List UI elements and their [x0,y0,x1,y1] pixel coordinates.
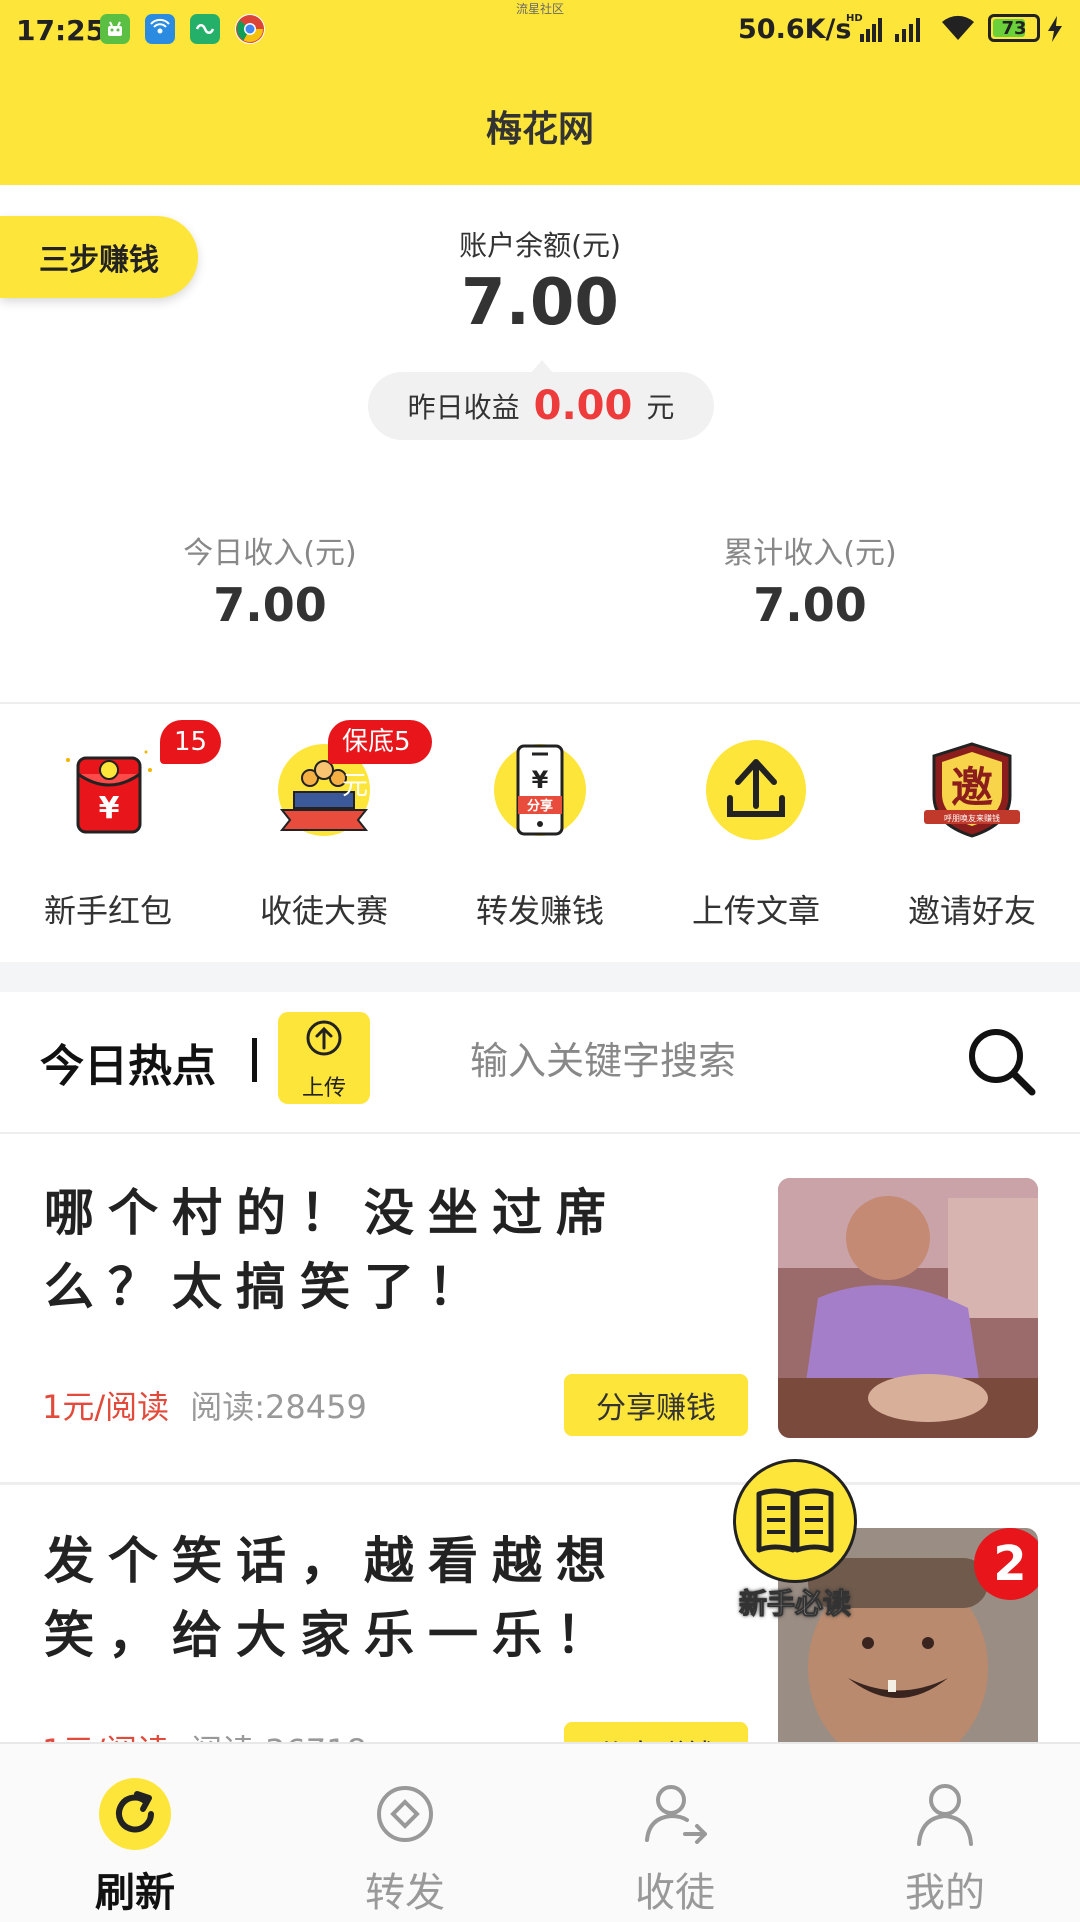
nav-tab-forward[interactable]: 转发 [270,1744,540,1922]
today-income-value: 7.00 [213,578,327,632]
article-thumbnail[interactable] [778,1178,1038,1438]
cell-signal-icon: HD [846,12,886,48]
hot-section-title: 今日热点 [40,1041,216,1092]
yesterday-label: 昨日收益 [407,391,520,424]
action-label: 上传文章 [691,892,820,930]
divider [0,702,1080,704]
chrome-icon [235,14,265,44]
article-meta: 1元/阅读 阅读:28459 [42,1382,367,1428]
page-title: 梅花网 [485,109,594,150]
thumbnail-badge: 2 [974,1528,1038,1600]
battery-indicator: 73 [988,14,1040,42]
article-price: 1元/阅读 [42,1388,170,1426]
action-newbie-redpacket[interactable]: ¥ 15元 新手红包 [0,720,222,950]
action-invite-friends[interactable]: 邀 呼朋唤友来赚钱 邀请好友 [864,720,1080,950]
action-badge: 保底5元 [328,720,432,801]
book-icon [756,1488,834,1553]
nav-tab-profile[interactable]: 我的 [810,1744,1080,1922]
upload-button[interactable]: 上传 [278,1012,370,1104]
icon-text: 分享 [527,798,553,814]
article-title-line: 哪个村的！没坐过席 [44,1184,620,1242]
yesterday-earnings: 昨日收益 0.00 元 [368,372,714,440]
icon-subtext: 呼朋唤友来赚钱 [944,813,1000,823]
nav-label: 我的 [905,1870,985,1916]
search-icon[interactable] [966,1026,1038,1098]
total-income-value: 7.00 [753,578,867,632]
nav-label: 刷新 [95,1870,175,1916]
nav-label: 转发 [365,1870,445,1916]
article-title-line: 笑，给大家乐一乐！ [44,1606,620,1664]
upload-button-label: 上传 [301,1076,346,1101]
article-title-line: 发个笑话，越看越想 [44,1532,620,1590]
newbie-guide-button[interactable]: 新手必读 [730,1456,860,1621]
network-type-text: HD [846,13,863,24]
yesterday-unit: 元 [646,391,675,424]
network-speed: 50.6K/s [738,14,852,45]
invite-badge-icon: 邀 呼朋唤友来赚钱 [924,742,1020,838]
today-income-label: 今日收入(元) [183,536,357,571]
nav-tab-refresh[interactable]: 刷新 [0,1744,270,1922]
title-separator [252,1038,257,1082]
battery-level: 73 [1001,17,1027,39]
android-icon [100,14,130,44]
section-separator [0,962,1080,992]
bottom-navigation: 刷新 转发 收徒 我的 [0,1742,1080,1922]
balance-value: 7.00 [461,266,619,340]
icon-text: ¥ [532,766,549,794]
cell-signal-2-icon [893,12,927,48]
upload-icon [706,740,806,840]
article-reads: 阅读:28459 [190,1388,367,1426]
wifi-icon [938,12,978,48]
share-earn-button[interactable]: 分享赚钱 [564,1374,748,1436]
action-label: 收徒大赛 [259,892,388,930]
refresh-icon [99,1778,171,1850]
thumbnail-image [778,1178,1038,1438]
charging-icon [1046,16,1064,46]
action-badge: 15元 [160,720,222,801]
red-envelope-icon: ¥ [66,750,152,834]
infinity-app-icon [190,14,220,44]
balance-label: 账户余额(元) [459,229,621,262]
recruit-icon [645,1785,707,1844]
action-share-earn[interactable]: ¥ 分享 转发赚钱 [432,720,648,950]
article-title-line: 么？太搞笑了！ [44,1258,492,1316]
action-label: 邀请好友 [907,892,1036,930]
status-time: 17:25 [16,14,106,47]
profile-icon [917,1784,973,1846]
forward-icon [377,1786,433,1842]
guide-circle [733,1459,857,1583]
action-upload-article[interactable]: 上传文章 [648,720,864,950]
total-income-label: 累计收入(元) [723,536,897,571]
nav-label: 收徒 [635,1870,715,1916]
action-recruit-contest[interactable]: 保底5元 收徒大赛 [216,720,432,950]
action-label: 转发赚钱 [475,892,604,930]
upload-arrow-icon [306,1020,342,1056]
icon-text: 邀 [951,763,993,812]
nav-tab-recruit[interactable]: 收徒 [540,1744,810,1922]
search-input[interactable] [470,1026,890,1096]
status-center-text: 流星社区 [515,2,564,16]
phone-share-icon: ¥ 分享 [494,744,586,836]
svg-text:¥: ¥ [99,791,120,826]
yesterday-value: 0.00 [533,383,633,429]
wifi-hotspot-icon [145,14,175,44]
guide-label: 新手必读 [738,1587,851,1621]
action-label: 新手红包 [43,892,172,930]
